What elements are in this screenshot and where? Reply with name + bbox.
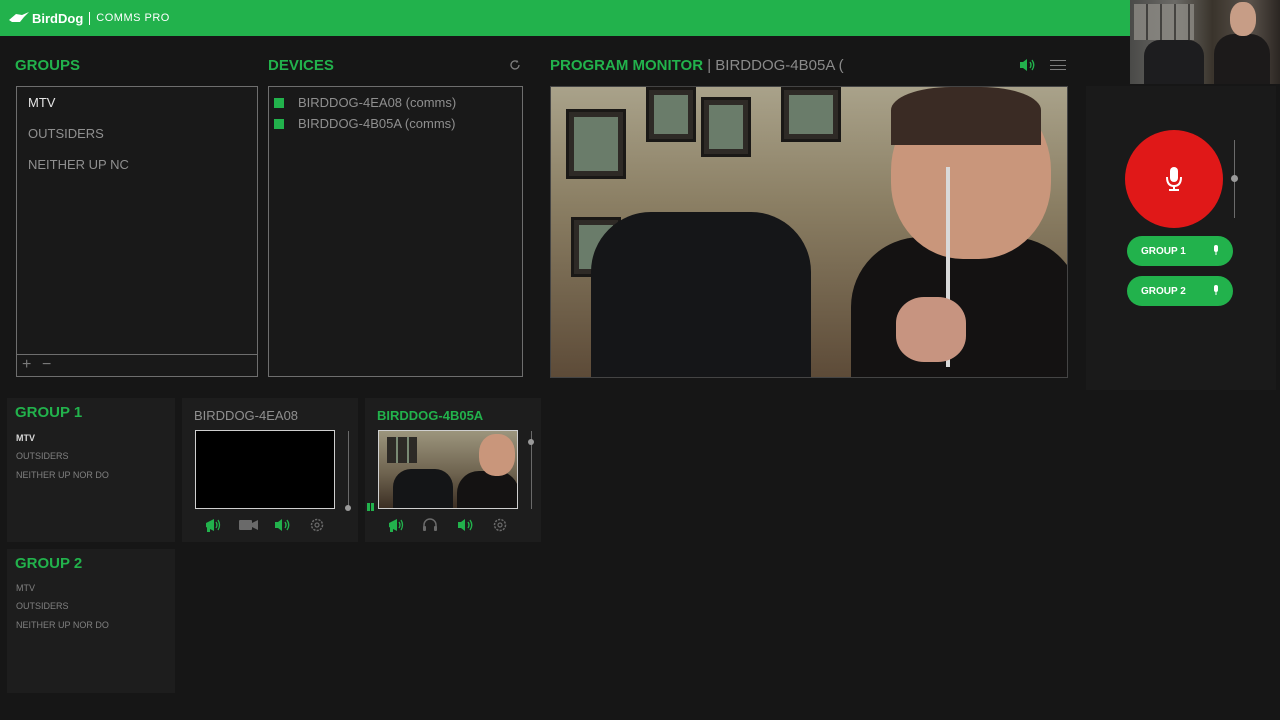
talk-group-label: GROUP 2 bbox=[1141, 285, 1186, 297]
groups-list-footer: + − bbox=[17, 354, 257, 376]
group-item-neither[interactable]: NEITHER UP NC bbox=[28, 157, 129, 172]
microphone-icon bbox=[1214, 245, 1218, 255]
talk-group-label: GROUP 1 bbox=[1141, 245, 1186, 257]
microphone-icon bbox=[1166, 167, 1182, 191]
device-item-4b05a[interactable]: BIRDDOG-4B05A (comms) bbox=[274, 116, 455, 131]
megaphone-icon[interactable] bbox=[203, 516, 223, 534]
talk-group-1-button[interactable]: GROUP 1 bbox=[1127, 236, 1233, 266]
device-item-4ea08[interactable]: BIRDDOG-4EA08 (comms) bbox=[274, 95, 456, 110]
devices-list[interactable]: BIRDDOG-4EA08 (comms) BIRDDOG-4B05A (com… bbox=[268, 86, 523, 377]
person-hair bbox=[891, 87, 1041, 145]
bird-logo-icon bbox=[9, 12, 29, 22]
self-view-webcam bbox=[1130, 0, 1280, 84]
device-volume-knob[interactable] bbox=[345, 505, 351, 511]
device-status-indicator bbox=[274, 97, 284, 108]
devices-heading: DEVICES bbox=[268, 57, 334, 74]
refresh-icon[interactable] bbox=[508, 58, 522, 72]
talk-level-knob[interactable] bbox=[1231, 175, 1238, 182]
group-item-outsiders[interactable]: OUTSIDERS bbox=[28, 126, 104, 141]
wall-frame bbox=[701, 97, 751, 157]
settings-gear-icon[interactable] bbox=[491, 516, 509, 534]
product-name: COMMS PRO bbox=[96, 12, 170, 24]
add-group-button[interactable]: + bbox=[22, 357, 31, 373]
group-item-mtv[interactable]: MTV bbox=[28, 95, 55, 110]
group-member: NEITHER UP NOR DO bbox=[16, 620, 109, 630]
group-member: NEITHER UP NOR DO bbox=[16, 470, 109, 480]
program-monitor-video bbox=[550, 86, 1068, 378]
talk-button[interactable] bbox=[1125, 130, 1223, 228]
groups-list[interactable]: MTV OUTSIDERS NEITHER UP NC + − bbox=[16, 86, 258, 377]
megaphone-icon[interactable] bbox=[386, 516, 406, 534]
speaker-icon[interactable] bbox=[273, 516, 293, 534]
device-label: BIRDDOG-4B05A (comms) bbox=[298, 116, 456, 131]
audio-level-indicator bbox=[371, 503, 374, 511]
device-label: BIRDDOG-4EA08 (comms) bbox=[298, 95, 457, 110]
thumb-person-head bbox=[479, 434, 515, 476]
group-member: OUTSIDERS bbox=[16, 451, 69, 461]
device-card: BIRDDOG-4B05A bbox=[365, 398, 541, 542]
webcam-person-head bbox=[1230, 2, 1256, 36]
group-member: MTV bbox=[16, 583, 35, 593]
logo-divider bbox=[89, 11, 91, 25]
device-video-thumbnail[interactable] bbox=[378, 430, 518, 509]
device-card-title: BIRDDOG-4EA08 bbox=[194, 408, 299, 423]
thumb-wall-frames bbox=[387, 437, 417, 463]
wall-frame bbox=[781, 87, 841, 142]
webcam-person-body bbox=[1214, 34, 1270, 84]
office-chair bbox=[591, 212, 811, 377]
monitor-volume-icon[interactable] bbox=[1018, 57, 1038, 73]
group-card-title: GROUP 1 bbox=[15, 404, 83, 421]
groups-heading: GROUPS bbox=[15, 57, 81, 74]
device-volume-knob[interactable] bbox=[528, 439, 534, 445]
headset-icon[interactable] bbox=[421, 516, 439, 534]
top-bar: BirdDog COMMS PRO bbox=[0, 0, 1280, 36]
remove-group-button[interactable]: − bbox=[42, 357, 51, 373]
device-status-indicator bbox=[274, 118, 284, 129]
settings-gear-icon[interactable] bbox=[308, 516, 326, 534]
group-card-title: GROUP 2 bbox=[15, 555, 83, 572]
group-member: MTV bbox=[16, 433, 35, 443]
device-volume-slider[interactable] bbox=[348, 431, 349, 509]
device-card-title: BIRDDOG-4B05A bbox=[377, 408, 484, 423]
group-card: GROUP 2 MTV OUTSIDERS NEITHER UP NOR DO bbox=[7, 549, 175, 693]
person-hand bbox=[896, 297, 966, 362]
webcam-shelf bbox=[1134, 4, 1194, 40]
group-card: GROUP 1 MTV OUTSIDERS NEITHER UP NOR DO bbox=[7, 398, 175, 542]
program-monitor-heading: PROGRAM MONITOR | BIRDDOG-4B05A ( bbox=[550, 57, 844, 74]
speaker-icon[interactable] bbox=[456, 516, 476, 534]
camera-icon[interactable] bbox=[238, 517, 258, 533]
wall-frame bbox=[646, 87, 696, 142]
microphone-icon bbox=[1214, 285, 1218, 295]
thumb-person-body bbox=[457, 471, 517, 508]
group-member: OUTSIDERS bbox=[16, 601, 69, 611]
thumb-chair bbox=[393, 469, 453, 508]
program-monitor-source: | BIRDDOG-4B05A ( bbox=[707, 57, 844, 74]
program-monitor-title: PROGRAM MONITOR bbox=[550, 57, 704, 74]
menu-icon[interactable] bbox=[1049, 58, 1067, 72]
talk-group-2-button[interactable]: GROUP 2 bbox=[1127, 276, 1233, 306]
device-card: BIRDDOG-4EA08 bbox=[182, 398, 358, 542]
wall-frame bbox=[566, 109, 626, 179]
brand-name: BirdDog bbox=[32, 10, 84, 26]
app-logo: BirdDog COMMS PRO bbox=[8, 9, 170, 27]
device-video-thumbnail[interactable] bbox=[195, 430, 335, 509]
webcam-chair bbox=[1144, 40, 1204, 84]
audio-level-indicator bbox=[367, 503, 370, 511]
